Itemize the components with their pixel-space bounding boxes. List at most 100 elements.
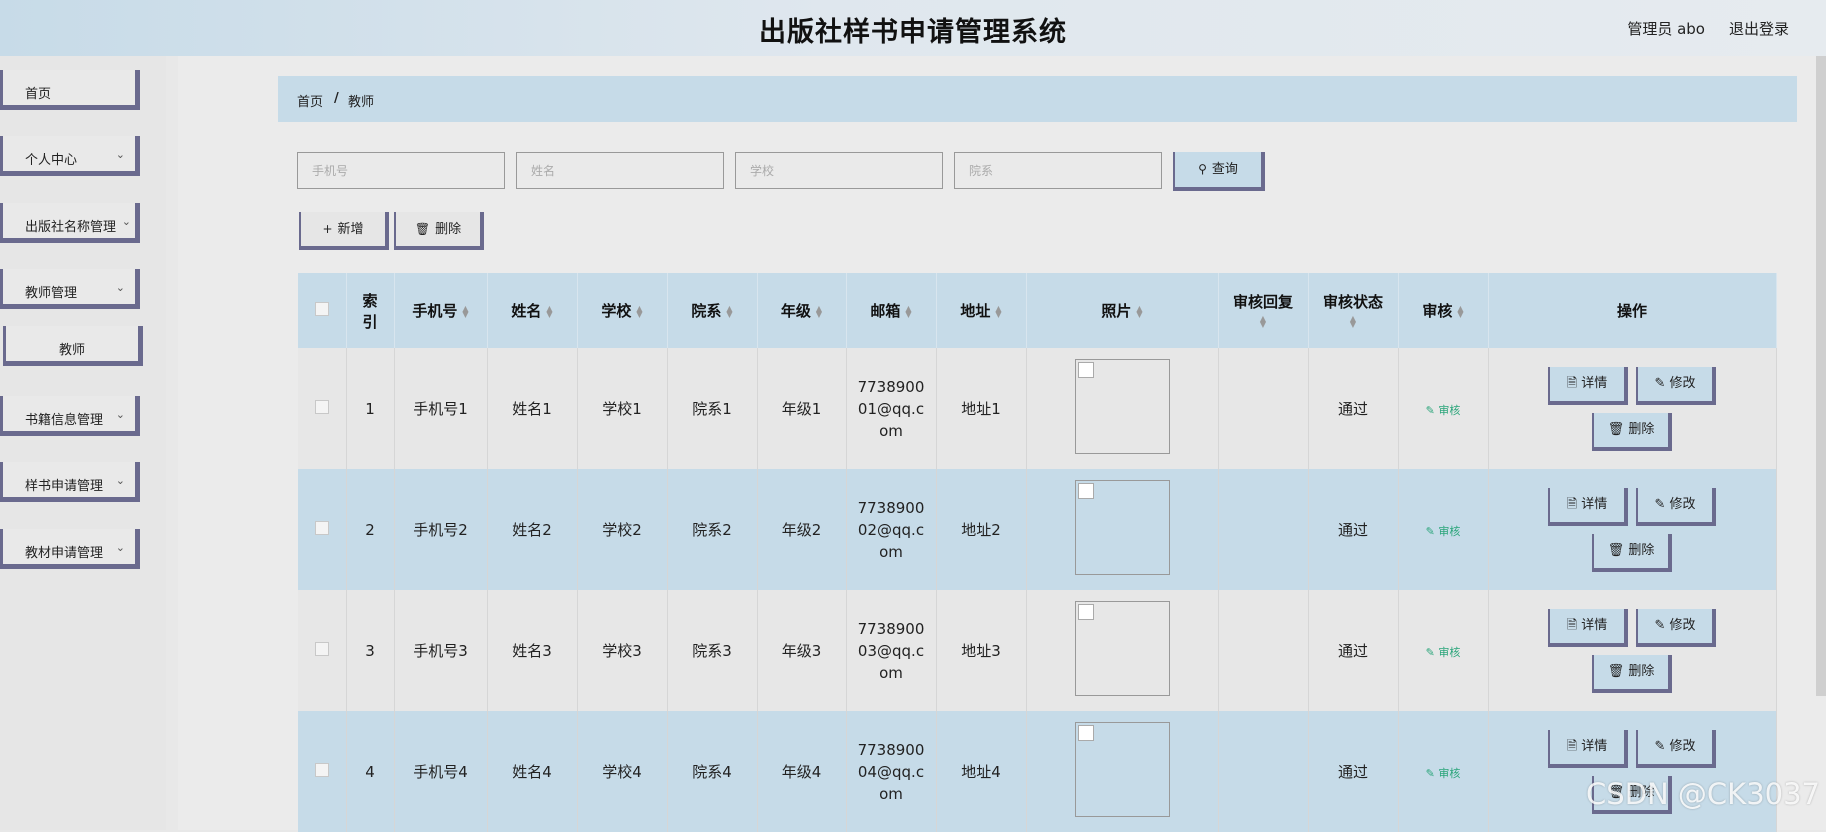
- phone-search-input[interactable]: [297, 152, 505, 189]
- sort-icon[interactable]: ▲ ▼: [636, 304, 642, 318]
- photo-thumbnail[interactable]: [1074, 480, 1170, 575]
- detail-button[interactable]: 🗎 详情: [1548, 729, 1628, 768]
- sidebar-item-home[interactable]: 首页: [0, 70, 140, 110]
- add-button[interactable]: + 新增: [299, 212, 389, 250]
- edit-icon: ✎: [1654, 738, 1670, 754]
- delete-button[interactable]: 🗑 删除: [1592, 654, 1672, 693]
- edit-button[interactable]: ✎ 修改: [1636, 366, 1716, 405]
- audit-link[interactable]: ✎ 审核: [1426, 525, 1461, 538]
- current-user: 管理员 abo: [1627, 20, 1705, 38]
- sort-icon[interactable]: ▲ ▼: [462, 304, 468, 318]
- logout-link[interactable]: 退出登录: [1729, 18, 1789, 39]
- name-search-input[interactable]: [516, 152, 724, 189]
- sidebar-item-sample-book-application[interactable]: 样书申请管理 ⌄: [0, 462, 140, 502]
- photo-thumbnail[interactable]: [1074, 359, 1170, 454]
- column-header-address[interactable]: 地址 ▲ ▼: [936, 273, 1027, 348]
- chevron-down-icon: ⌄: [115, 474, 125, 487]
- audit-link[interactable]: ✎ 审核: [1426, 767, 1461, 780]
- sidebar-item-personal-center[interactable]: 个人中心 ⌄: [0, 136, 140, 176]
- dept-search-input[interactable]: [954, 152, 1162, 189]
- document-icon: 🗎: [1566, 375, 1582, 391]
- sort-icon[interactable]: ▲ ▼: [546, 304, 552, 318]
- photo-thumbnail[interactable]: [1074, 722, 1170, 817]
- column-header-audit[interactable]: 审核 ▲ ▼: [1398, 273, 1489, 348]
- search-button[interactable]: ⚲ 查询: [1173, 152, 1265, 191]
- select-all-checkbox[interactable]: [314, 301, 329, 316]
- cell-dept: 院系1: [667, 348, 758, 469]
- cell-address: 地址4: [936, 711, 1027, 832]
- cell-index: 3: [346, 590, 395, 711]
- batch-delete-button[interactable]: 🗑 删除: [394, 212, 484, 250]
- document-icon: 🗎: [1566, 738, 1582, 754]
- delete-button-label: 删除: [1628, 663, 1655, 679]
- detail-button-label: 详情: [1581, 375, 1608, 391]
- sidebar-item-publisher-management[interactable]: 出版社名称管理 ⌄: [0, 203, 140, 243]
- sidebar-item-book-info-management[interactable]: 书籍信息管理 ⌄: [0, 396, 140, 436]
- teacher-table: 索引 手机号 ▲ ▼ 姓名 ▲ ▼ 学校 ▲ ▼ 院系 ▲ ▼ 年级 ▲ ▼ 邮箱 ▲ ▼ 地址 ▲ ▼ 照…: [298, 273, 1777, 832]
- column-header-dept[interactable]: 院系 ▲ ▼: [667, 273, 758, 348]
- photo-thumbnail[interactable]: [1074, 601, 1170, 696]
- cell-photo: [1026, 711, 1219, 832]
- cell-grade: 年级3: [757, 590, 847, 711]
- cell-index: 2: [346, 469, 395, 590]
- column-header-name[interactable]: 姓名 ▲ ▼: [487, 273, 578, 348]
- top-header: 出版社样书申请管理系统 管理员 abo 退出登录: [0, 0, 1826, 56]
- column-header-status[interactable]: 审核状态 ▲ ▼: [1308, 273, 1399, 348]
- sort-icon[interactable]: ▲ ▼: [816, 304, 822, 318]
- delete-button[interactable]: 🗑 删除: [1592, 533, 1672, 572]
- table-row: 3 手机号3 姓名3 学校3 院系3 年级3 773890003@qq.com …: [298, 590, 1777, 711]
- chevron-down-icon: ⌄: [115, 541, 125, 554]
- detail-button[interactable]: 🗎 详情: [1548, 608, 1628, 647]
- audit-label: 审核: [1438, 645, 1461, 659]
- sidebar-item-label: 个人中心: [25, 153, 78, 168]
- sidebar-item-textbook-application[interactable]: 教材申请管理 ⌄: [0, 529, 140, 569]
- column-header-school[interactable]: 学校 ▲ ▼: [577, 273, 668, 348]
- table-row: 2 手机号2 姓名2 学校2 院系2 年级2 773890002@qq.com …: [298, 469, 1777, 590]
- edit-button[interactable]: ✎ 修改: [1636, 487, 1716, 526]
- sort-icon[interactable]: ▲ ▼: [995, 304, 1001, 318]
- plus-icon: +: [322, 222, 333, 236]
- page-scrollbar[interactable]: [1816, 56, 1826, 696]
- sort-icon[interactable]: ▲ ▼: [905, 304, 911, 318]
- cell-ops: 🗎 详情 ✎ 修改 🗑 删除: [1488, 469, 1777, 590]
- email-text: 773890003@qq.com: [857, 619, 925, 682]
- cell-phone: 手机号3: [394, 590, 488, 711]
- edit-button[interactable]: ✎ 修改: [1636, 729, 1716, 768]
- audit-link[interactable]: ✎ 审核: [1426, 646, 1461, 659]
- cell-name: 姓名3: [487, 590, 578, 711]
- column-header-grade[interactable]: 年级 ▲ ▼: [757, 273, 847, 348]
- row-checkbox[interactable]: [314, 762, 329, 777]
- cell-school: 学校4: [577, 711, 668, 832]
- sort-icon[interactable]: ▲ ▼: [726, 304, 732, 318]
- delete-button[interactable]: 🗑 删除: [1592, 412, 1672, 451]
- row-checkbox[interactable]: [314, 520, 329, 535]
- school-search-input[interactable]: [735, 152, 943, 189]
- edit-button[interactable]: ✎ 修改: [1636, 608, 1716, 647]
- cell-status: 通过: [1308, 711, 1399, 832]
- table-row: 1 手机号1 姓名1 学校1 院系1 年级1 773890001@qq.com …: [298, 348, 1777, 469]
- audit-label: 审核: [1438, 766, 1461, 780]
- column-header-reply[interactable]: 审核回复 ▲ ▼: [1218, 273, 1309, 348]
- row-checkbox[interactable]: [314, 641, 329, 656]
- detail-button[interactable]: 🗎 详情: [1548, 487, 1628, 526]
- cell-school: 学校3: [577, 590, 668, 711]
- row-checkbox[interactable]: [314, 399, 329, 414]
- sidebar-item-teacher-management[interactable]: 教师管理 ⌄: [0, 269, 140, 309]
- breadcrumb-home[interactable]: 首页: [297, 91, 323, 110]
- sidebar-subitem-teacher[interactable]: 教师: [3, 326, 143, 366]
- sort-icon[interactable]: ▲ ▼: [1457, 304, 1463, 318]
- detail-button[interactable]: 🗎 详情: [1548, 366, 1628, 405]
- batch-delete-label: 删除: [435, 222, 462, 237]
- column-header-email[interactable]: 邮箱 ▲ ▼: [846, 273, 937, 348]
- edit-icon: ✎: [1425, 766, 1439, 780]
- cell-status: 通过: [1308, 348, 1399, 469]
- edit-button-label: 修改: [1669, 738, 1696, 754]
- sort-icon[interactable]: ▲ ▼: [1350, 314, 1356, 328]
- sort-icon[interactable]: ▲ ▼: [1136, 304, 1142, 318]
- cell-phone: 手机号4: [394, 711, 488, 832]
- column-header-photo[interactable]: 照片 ▲ ▼: [1026, 273, 1219, 348]
- audit-link[interactable]: ✎ 审核: [1426, 404, 1461, 417]
- broken-image-icon: [1077, 725, 1094, 741]
- column-header-phone[interactable]: 手机号 ▲ ▼: [394, 273, 488, 348]
- sort-icon[interactable]: ▲ ▼: [1260, 314, 1266, 328]
